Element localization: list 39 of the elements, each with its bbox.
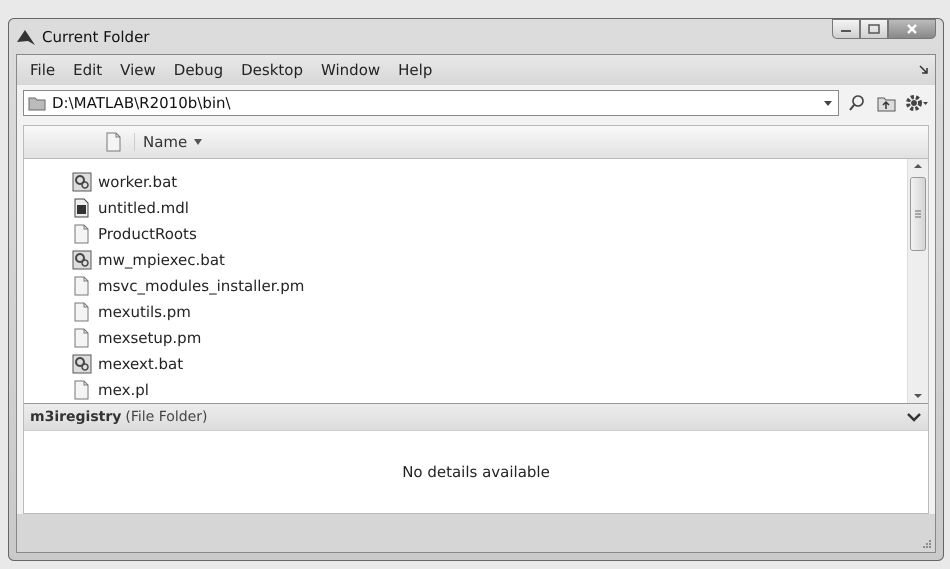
dropdown-icon[interactable] [823,99,833,107]
file-name[interactable]: msvc_modules_installer.pm [98,277,304,295]
chevron-down-icon[interactable] [906,412,922,422]
close-icon [906,23,918,35]
address-field[interactable]: D:\MATLAB\R2010b\bin\ [23,90,839,116]
scroll-up-icon[interactable] [913,163,923,169]
column-header[interactable]: Name [134,133,204,151]
maximize-icon [868,24,880,34]
undock-arrow-icon[interactable] [919,65,929,75]
file-name[interactable]: worker.bat [98,173,178,191]
scrollbar[interactable] [907,159,928,403]
menu-item[interactable]: Debug [166,59,230,81]
matlab-logo-icon [16,28,36,46]
resize-grip-icon[interactable] [922,539,932,549]
file-name[interactable]: mexext.bat [98,355,184,373]
grip-lines-icon [915,210,921,218]
window-title: Current Folder [42,28,150,46]
menu-item[interactable]: View [113,59,163,81]
maximize-button[interactable] [860,19,888,39]
details-message: No details available [402,463,550,481]
minimize-button[interactable] [832,19,860,39]
menu-item[interactable]: Edit [66,59,110,81]
file-name[interactable]: mexutils.pm [98,303,191,321]
menu-item[interactable]: File [23,59,62,81]
menu-item[interactable]: Help [391,59,440,81]
file-name[interactable]: mex.pl [98,381,149,399]
close-button[interactable] [888,19,936,39]
file-name[interactable]: untitled.mdl [98,199,189,217]
file-name[interactable]: mexsetup.pm [98,329,202,347]
gears-file-icon [72,172,92,192]
file-name[interactable]: mw_mpiexec.bat [98,251,225,269]
selected-item-name: m3iregistry [30,409,122,425]
gears-file-icon [72,250,92,270]
file-name[interactable]: ProductRoots [98,225,197,243]
menu-item[interactable]: Window [314,59,388,81]
menu-item[interactable]: Desktop [234,59,310,81]
selected-item-type: (File Folder) [125,409,208,425]
gears-file-icon [72,354,92,374]
scroll-down-icon[interactable] [913,393,923,399]
